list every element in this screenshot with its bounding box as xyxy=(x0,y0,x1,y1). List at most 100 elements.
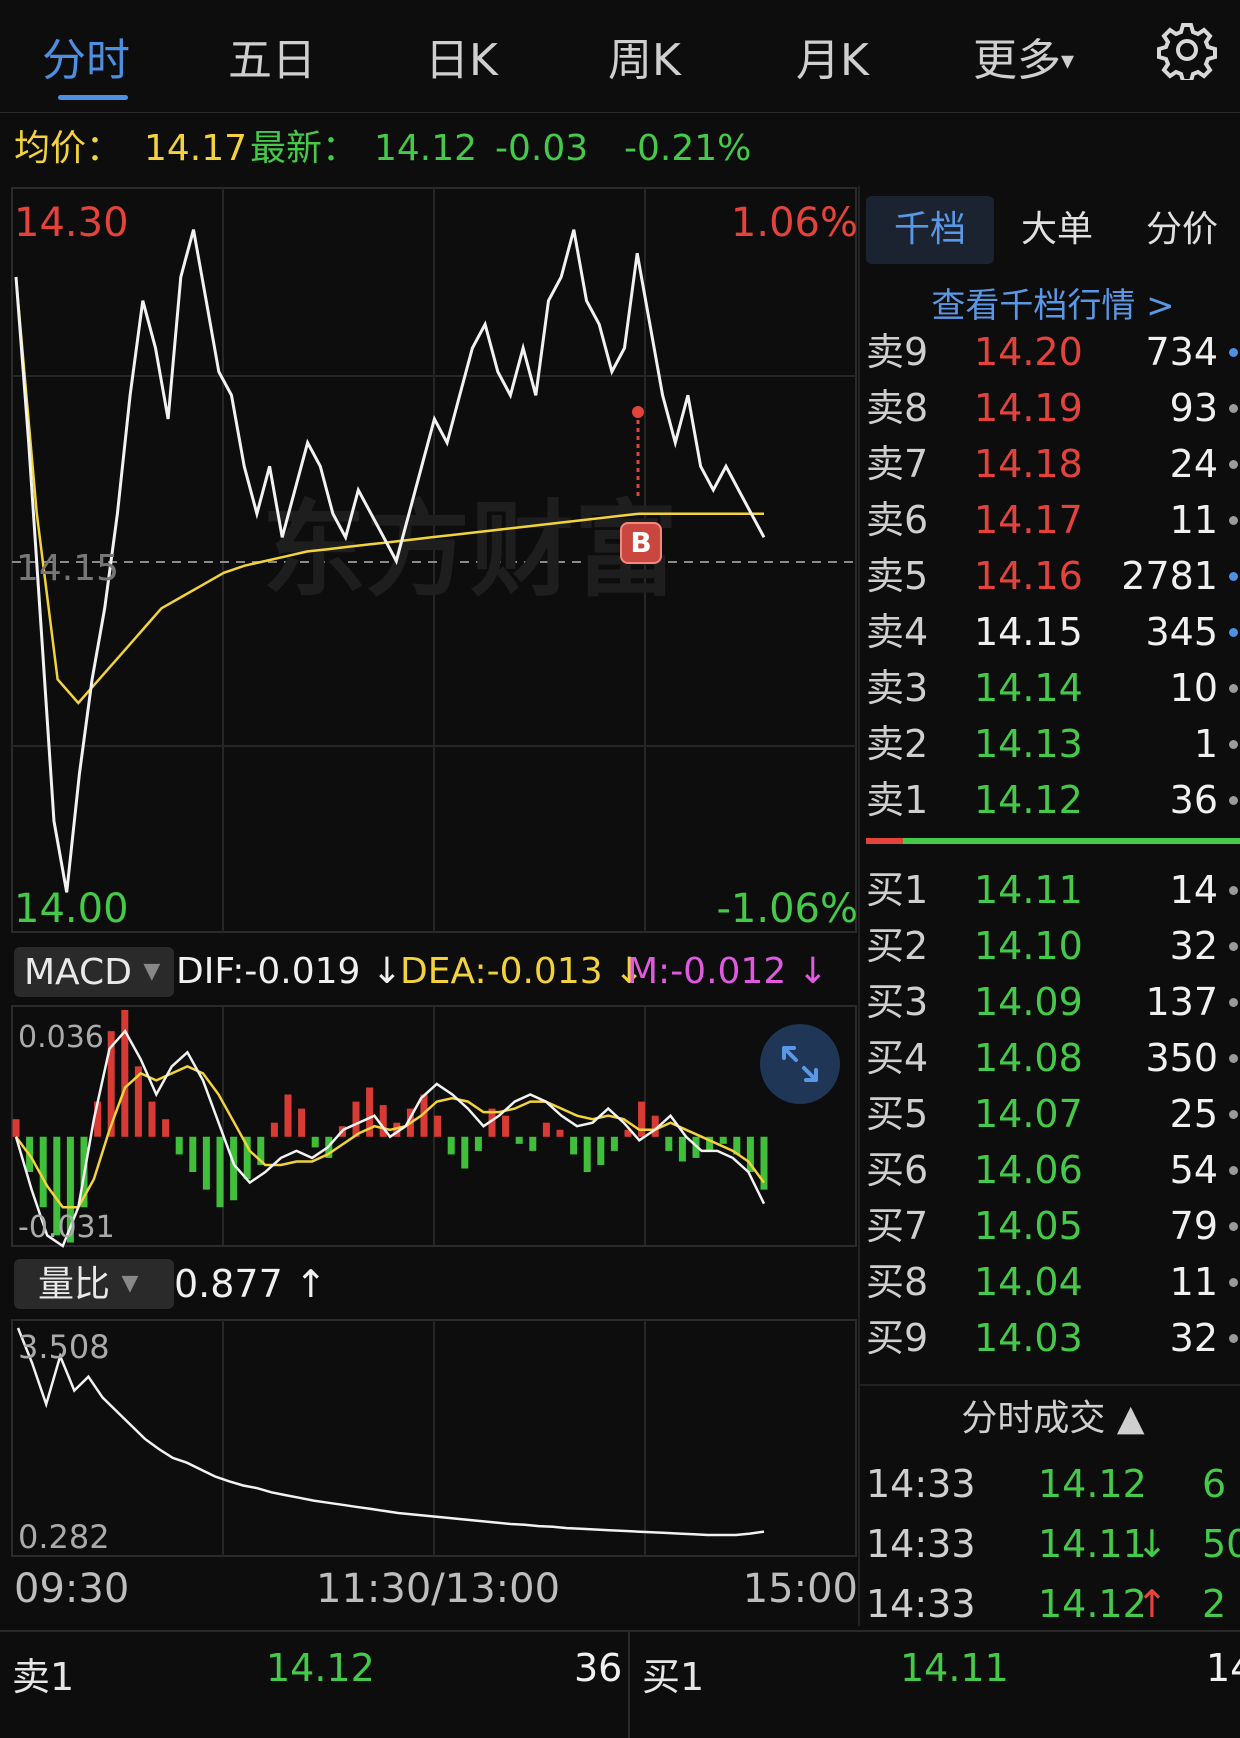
panel-divider xyxy=(858,186,860,1626)
buy-row[interactable]: 买4 14.08 350 xyxy=(866,1030,1240,1086)
tab-weekly-k[interactable]: 周K xyxy=(608,24,681,88)
tab-monthly-k[interactable]: 月K xyxy=(796,24,869,88)
order-dot-icon xyxy=(1229,516,1238,525)
macd-chart[interactable]: 0.036 -0.031 xyxy=(0,1004,858,1248)
sell-price: 14.14 xyxy=(974,666,1083,710)
sell-row[interactable]: 卖3 14.14 10 xyxy=(866,660,1240,716)
trade-price: 14.12 xyxy=(1038,1462,1147,1506)
sell-volume: 11 xyxy=(1169,498,1218,542)
buy-row[interactable]: 买3 14.09 137 xyxy=(866,974,1240,1030)
macd-m-value: M:-0.012 xyxy=(627,951,787,992)
period-tab-bar: 分时 五日 日K 周K 月K 更多▾ xyxy=(0,0,1240,113)
order-dot-icon xyxy=(1229,942,1238,951)
buy-row[interactable]: 买1 14.11 14 xyxy=(866,862,1240,918)
expand-icon[interactable] xyxy=(760,1024,840,1104)
buy-volume: 54 xyxy=(1169,1148,1218,1192)
buy-level-label: 买2 xyxy=(866,924,929,968)
bottom-sell-volume: 36 xyxy=(574,1646,623,1690)
view-thousand-levels-link[interactable]: 查看千档行情 > xyxy=(866,278,1240,327)
trade-price: 14.12 xyxy=(1038,1582,1147,1626)
buy-signal-badge[interactable]: B xyxy=(620,522,662,564)
buy-row[interactable]: 买2 14.10 32 xyxy=(866,918,1240,974)
trade-row: 14:33 14.11 ↓ 50 xyxy=(866,1514,1240,1574)
sell-row[interactable]: 卖4 14.15 345 xyxy=(866,604,1240,660)
trade-time: 14:33 xyxy=(866,1462,976,1506)
buy-volume: 14 xyxy=(1169,868,1218,912)
sell-row[interactable]: 卖5 14.16 2781 xyxy=(866,548,1240,604)
bottom-sell-label: 卖1 xyxy=(12,1655,75,1699)
trade-volume: 6 xyxy=(1202,1462,1227,1506)
order-dot-icon xyxy=(1229,1278,1238,1287)
intraday-price-chart[interactable]: 东方财富 B 14.30 14.15 14.00 1.06% -1.06% xyxy=(0,186,858,934)
sell-volume: 1 xyxy=(1193,722,1218,766)
buy-volume: 350 xyxy=(1145,1036,1218,1080)
trades-title[interactable]: 分时成交 ▲ xyxy=(866,1394,1240,1444)
down-arrow-icon: ↓ xyxy=(797,951,828,992)
sell-row[interactable]: 卖8 14.19 93 xyxy=(866,380,1240,436)
price-change-pct: -0.21% xyxy=(624,128,752,169)
trade-direction-icon: ↓ xyxy=(1136,1522,1168,1566)
sell-volume: 734 xyxy=(1145,330,1218,374)
order-dot-icon xyxy=(1229,628,1238,637)
price-change: -0.03 xyxy=(495,128,589,169)
order-book-tabs: 千档 大单 分价 xyxy=(866,196,1240,266)
order-dot-icon xyxy=(1229,684,1238,693)
sell-level-label: 卖5 xyxy=(866,554,929,598)
buy-level-label: 买8 xyxy=(866,1260,929,1304)
sell-level-label: 卖9 xyxy=(866,330,929,374)
bottom-buy-label: 买1 xyxy=(642,1655,705,1699)
sell-price: 14.20 xyxy=(974,330,1083,374)
avg-price-label: 均价： xyxy=(14,128,123,169)
macd-dif: DIF:-0.019 ↓ xyxy=(176,944,402,1000)
latest-price-value: 14.12 xyxy=(374,128,478,169)
order-dot-icon xyxy=(1229,796,1238,805)
buy-volume: 25 xyxy=(1169,1092,1218,1136)
order-dot-icon xyxy=(1229,886,1238,895)
macd-indicator-selector[interactable]: MACD ▼ xyxy=(14,947,174,997)
bottom-sell-price: 14.12 xyxy=(266,1646,375,1690)
tab-more-label: 更多 xyxy=(973,35,1061,86)
buy-marker-dot xyxy=(632,406,644,418)
pct-axis-top: 1.06% xyxy=(730,200,858,246)
buy-row[interactable]: 买7 14.05 79 xyxy=(866,1198,1240,1254)
macd-label: MACD xyxy=(24,952,132,993)
sell-row[interactable]: 卖2 14.13 1 xyxy=(866,716,1240,772)
buy-row[interactable]: 买9 14.03 32 xyxy=(866,1310,1240,1366)
trade-row: 14:33 14.12 ↑ 2 xyxy=(866,1574,1240,1634)
buy-volume: 137 xyxy=(1145,980,1218,1024)
order-dot-icon xyxy=(1229,460,1238,469)
sell-volume: 2781 xyxy=(1121,554,1218,598)
tab-intraday[interactable]: 分时 xyxy=(42,24,130,88)
time-axis-close: 15:00 xyxy=(742,1566,858,1612)
tab-five-day[interactable]: 五日 xyxy=(228,24,316,88)
tab-price-breakdown[interactable]: 分价 xyxy=(1124,196,1240,264)
buy-row[interactable]: 买5 14.07 25 xyxy=(866,1086,1240,1142)
volume-ratio-selector[interactable]: 量比 ▼ xyxy=(14,1259,174,1309)
tab-more[interactable]: 更多▾ xyxy=(973,24,1074,88)
trade-direction-icon: ↑ xyxy=(1136,1582,1168,1626)
buy-row[interactable]: 买8 14.04 11 xyxy=(866,1254,1240,1310)
macd-dif-value: DIF:-0.019 xyxy=(176,951,361,992)
buy-row[interactable]: 买6 14.06 54 xyxy=(866,1142,1240,1198)
buy-volume: 11 xyxy=(1169,1260,1218,1304)
volume-ratio-header: 量比 ▼ 0.877 ↑ xyxy=(0,1256,858,1312)
sell-row[interactable]: 卖7 14.18 24 xyxy=(866,436,1240,492)
macd-axis-bottom: -0.031 xyxy=(18,1210,115,1245)
buy-price: 14.03 xyxy=(974,1316,1083,1360)
sell-row[interactable]: 卖1 14.12 36 xyxy=(866,772,1240,828)
order-dot-icon xyxy=(1229,1110,1238,1119)
sell-price: 14.12 xyxy=(974,778,1083,822)
sell-price: 14.16 xyxy=(974,554,1083,598)
volume-ratio-chart[interactable]: 3.508 0.282 xyxy=(0,1318,858,1558)
buy-price: 14.06 xyxy=(974,1148,1083,1192)
sell-row[interactable]: 卖6 14.17 11 xyxy=(866,492,1240,548)
gear-icon[interactable] xyxy=(1157,20,1217,83)
sell-row[interactable]: 卖9 14.20 734 xyxy=(866,324,1240,380)
tab-daily-k[interactable]: 日K xyxy=(425,24,498,88)
tab-large-orders[interactable]: 大单 xyxy=(1002,196,1112,264)
sell-volume: 36 xyxy=(1169,778,1218,822)
trade-time: 14:33 xyxy=(866,1582,976,1626)
tab-thousand-levels[interactable]: 千档 xyxy=(866,196,994,264)
chevron-down-icon: ▼ xyxy=(143,959,161,984)
bottom-divider xyxy=(628,1632,630,1738)
